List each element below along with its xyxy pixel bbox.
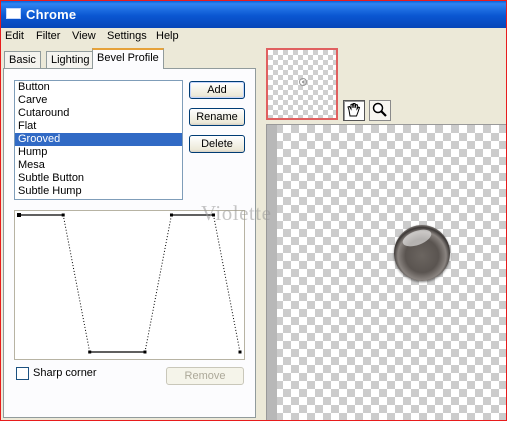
menu-edit[interactable]: Edit xyxy=(5,30,24,42)
zoom-tool-button[interactable] xyxy=(369,100,391,121)
chrome-effect-preview xyxy=(394,225,450,281)
list-item[interactable]: Subtle Button xyxy=(15,172,182,185)
profile-control-point[interactable] xyxy=(61,213,65,217)
preview-pane xyxy=(259,46,506,420)
menu-view[interactable]: View xyxy=(72,30,96,42)
chrome-dialog-window: Chrome Edit Filter View Settings Help Ba… xyxy=(0,0,507,421)
list-item[interactable]: Subtle Hump xyxy=(15,185,182,198)
list-item[interactable]: Carve xyxy=(15,94,182,107)
watermark-text: Violette xyxy=(201,201,272,225)
magnifier-icon xyxy=(372,102,387,117)
remove-button: Remove xyxy=(166,367,244,385)
list-item[interactable]: Flat xyxy=(15,120,182,133)
hand-icon xyxy=(347,103,361,117)
profile-control-point[interactable] xyxy=(238,350,242,354)
delete-button[interactable]: Delete xyxy=(189,135,245,153)
list-item[interactable]: Button xyxy=(15,81,182,94)
add-button[interactable]: Add xyxy=(189,81,245,99)
profile-curve-graph[interactable] xyxy=(15,211,244,359)
sharp-corner-checkbox[interactable] xyxy=(16,367,29,380)
window-icon xyxy=(6,8,21,19)
settings-pane: Basic Lighting Bevel Profile Button Carv… xyxy=(1,46,259,420)
sharp-corner-label: Sharp corner xyxy=(33,367,97,379)
profile-list[interactable]: Button Carve Cutaround Flat Grooved Hump… xyxy=(14,80,183,200)
profile-segment xyxy=(144,214,172,353)
list-item[interactable]: Hump xyxy=(15,146,182,159)
thumbnail-dot xyxy=(299,78,307,86)
profile-control-point[interactable] xyxy=(88,350,92,354)
menu-settings[interactable]: Settings xyxy=(107,30,147,42)
profile-curve-editor[interactable] xyxy=(14,210,245,360)
window-title: Chrome xyxy=(26,7,77,22)
menu-help[interactable]: Help xyxy=(156,30,179,42)
menu-filter[interactable]: Filter xyxy=(36,30,60,42)
preview-thumbnail[interactable] xyxy=(266,48,338,120)
profile-segment xyxy=(62,214,91,353)
profile-control-point[interactable] xyxy=(143,350,147,354)
menu-bar: Edit Filter View Settings Help xyxy=(1,28,506,46)
tab-basic[interactable]: Basic xyxy=(4,51,41,68)
tab-bevel-profile[interactable]: Bevel Profile xyxy=(92,48,164,69)
rename-button[interactable]: Rename xyxy=(189,108,245,126)
preview-canvas[interactable] xyxy=(266,124,506,420)
profile-segment xyxy=(212,214,241,353)
pan-tool-button[interactable] xyxy=(343,100,365,121)
list-item[interactable]: Mesa xyxy=(15,159,182,172)
list-item-selected[interactable]: Grooved xyxy=(15,133,182,146)
profile-control-point[interactable] xyxy=(17,213,21,217)
tab-lighting[interactable]: Lighting xyxy=(46,51,95,68)
title-bar[interactable]: Chrome xyxy=(1,1,506,28)
canvas-edge-shadow xyxy=(267,125,277,420)
list-item[interactable]: Cutaround xyxy=(15,107,182,120)
profile-control-point[interactable] xyxy=(169,213,173,217)
